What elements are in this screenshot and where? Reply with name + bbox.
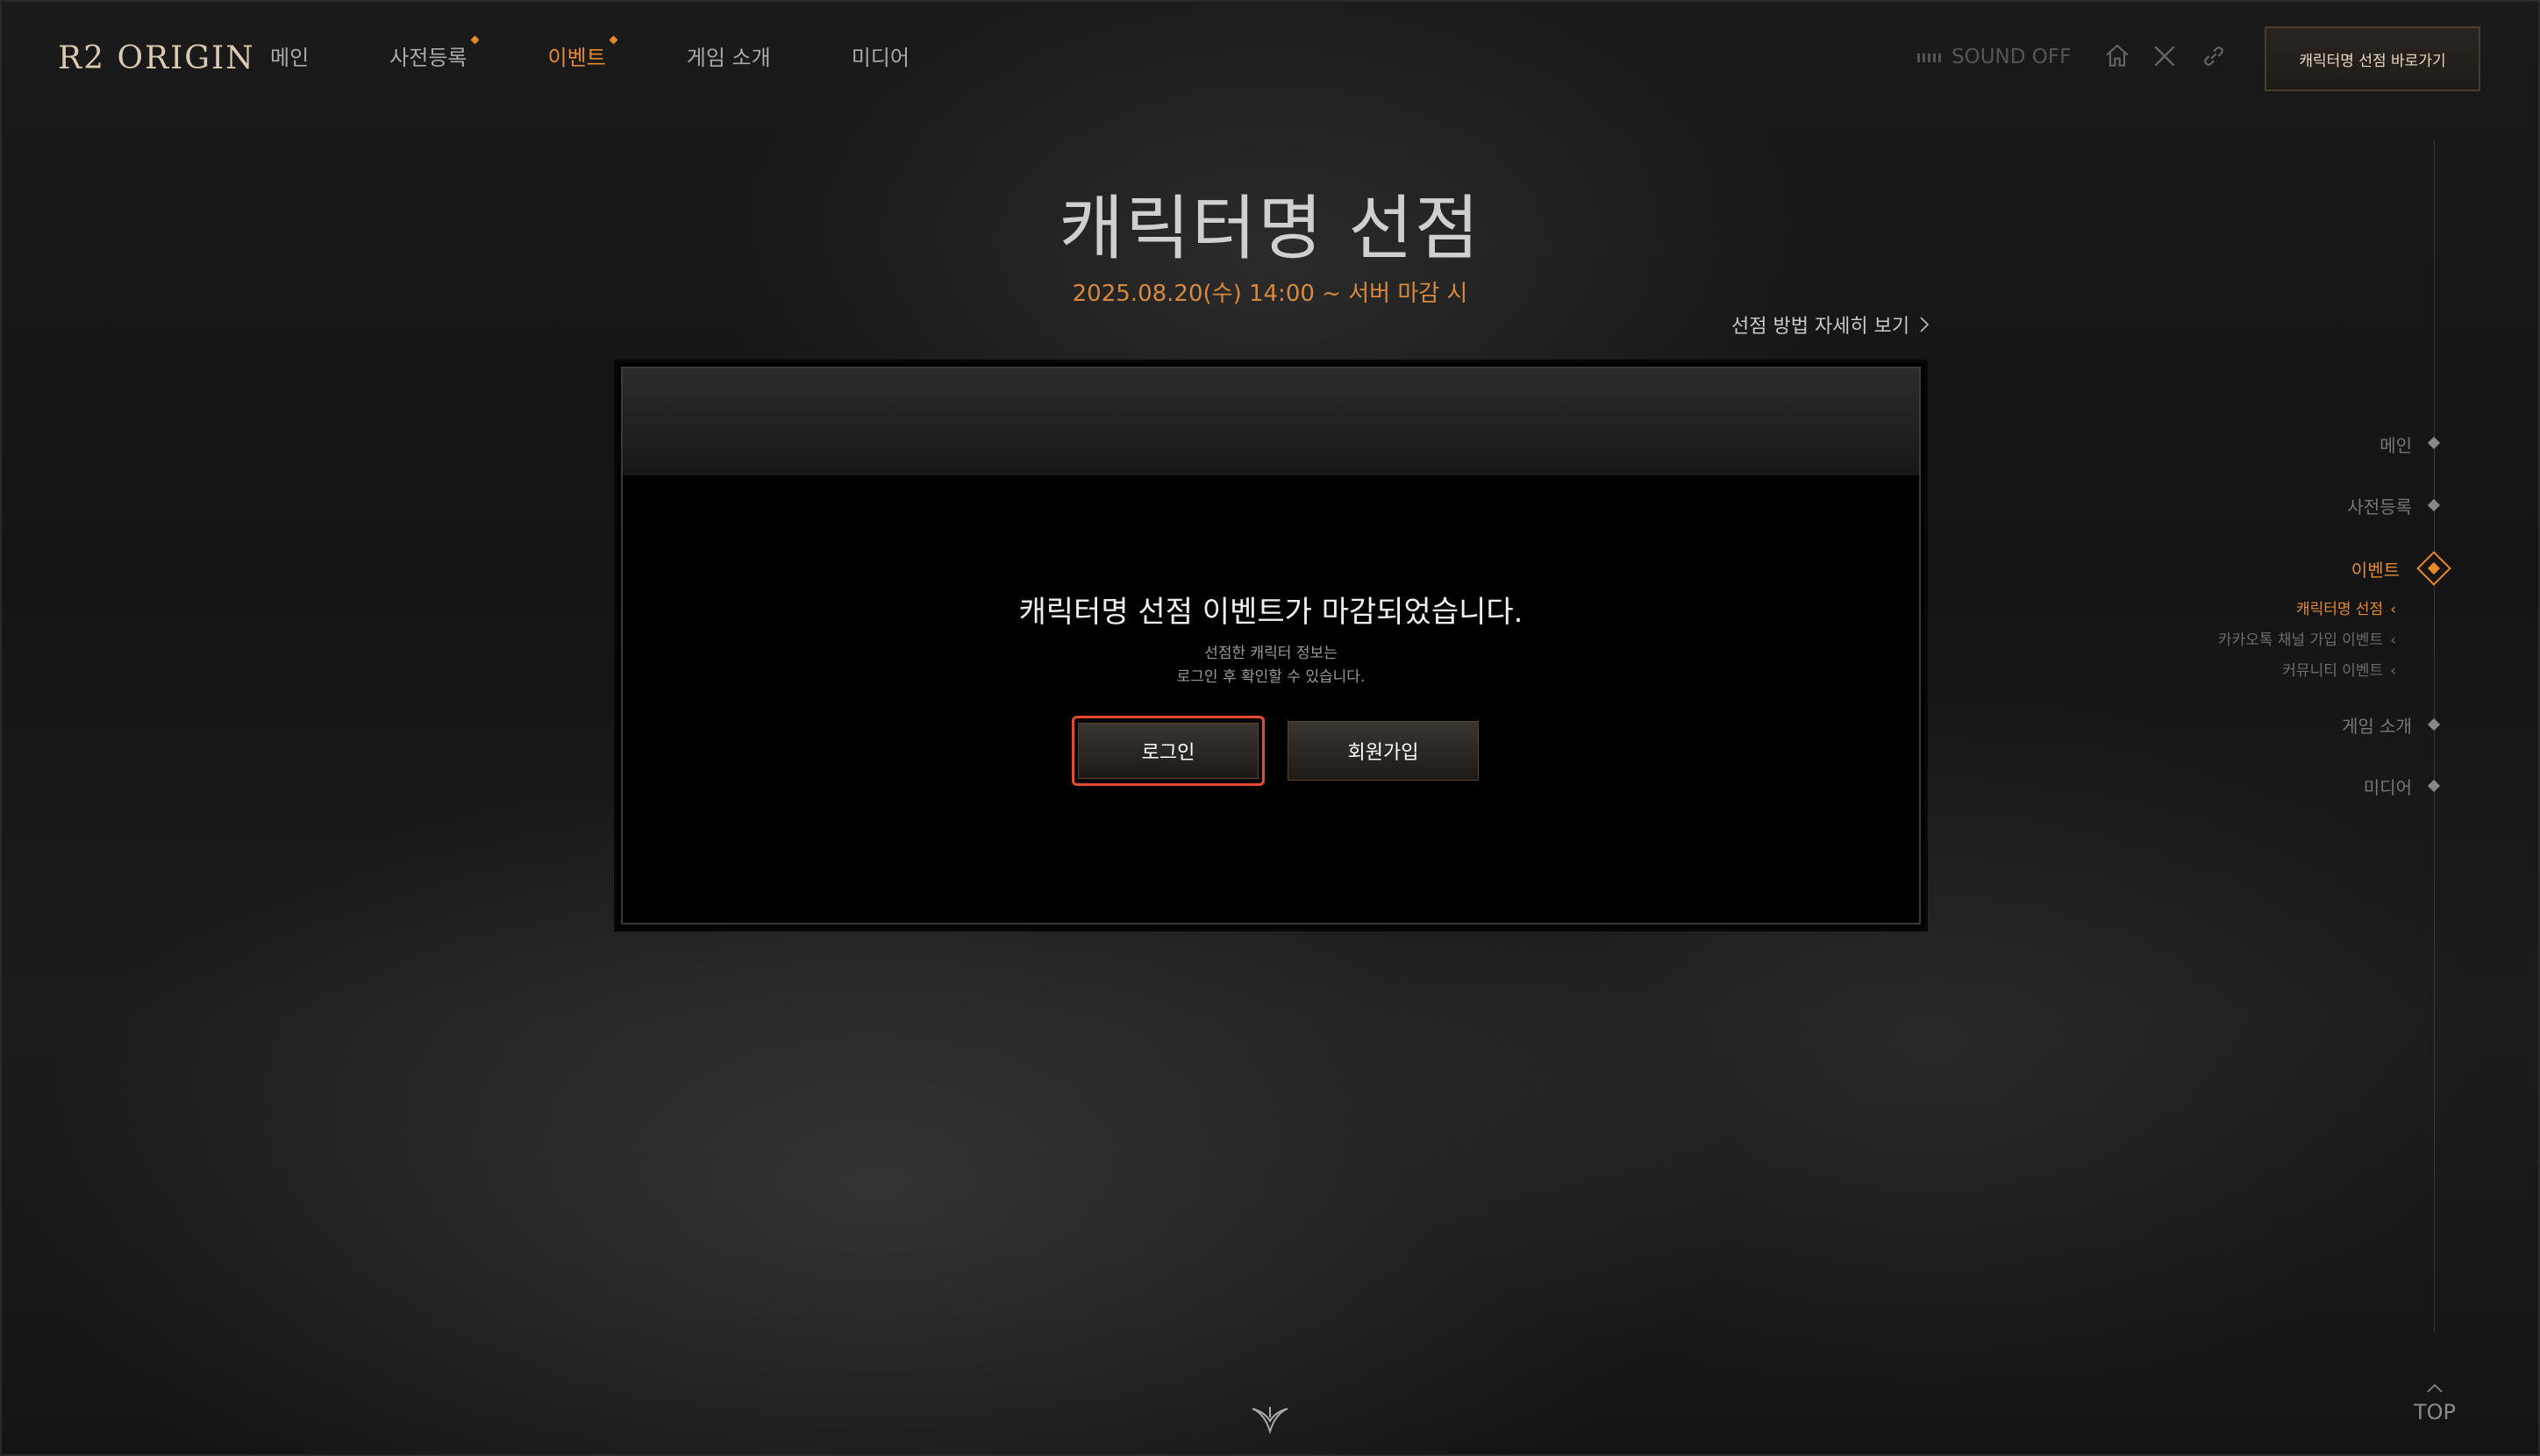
side-nav-sub-kakao-channel[interactable]: 카카오톡 채널 가입 이벤트 ‹: [2218, 627, 2396, 649]
guide-link[interactable]: 선점 방법 자세히 보기: [1731, 310, 1930, 339]
sound-bars-icon: [1917, 52, 1941, 62]
side-sub-label: 커뮤니티 이벤트: [2282, 662, 2384, 680]
panel-header-bar: [623, 368, 1919, 475]
link-icon[interactable]: [2200, 42, 2228, 70]
side-nav-item-event[interactable]: 이벤트: [2351, 556, 2400, 582]
side-nav-line: [2434, 140, 2435, 1333]
subtext-line: 선점한 캐릭터 정보는: [1204, 645, 1338, 662]
event-closed-message: 캐릭터명 선점 이벤트가 마감되었습니다.: [1018, 595, 1523, 630]
subtext-line: 로그인 후 확인할 수 있습니다.: [1176, 668, 1366, 686]
page-title: 캐릭터명 선점: [1059, 188, 1481, 269]
nav-item-event[interactable]: 이벤트: [547, 35, 618, 71]
side-nav-item-game-intro[interactable]: 게임 소개: [2342, 712, 2412, 738]
main-nav: 메인 사전등록 이벤트 게임 소개 미디어: [270, 35, 990, 71]
side-nav-item-preregister[interactable]: 사전등록: [2347, 493, 2412, 518]
r2-origin-logo[interactable]: R2 ORIGIN: [58, 32, 255, 84]
panel-inner: 캐릭터명 선점 이벤트가 마감되었습니다. 선점한 캐릭터 정보는 로그인 후 …: [621, 367, 1921, 924]
nav-label: 사전등록: [389, 46, 467, 70]
scroll-top-button[interactable]: TOP: [2410, 1375, 2459, 1424]
side-sub-label: 캐릭터명 선점: [2295, 601, 2384, 618]
event-period: 2025.08.20(수) 14:00 ~ 서버 마감 시: [1072, 281, 1468, 307]
nav-label: 게임 소개: [686, 46, 771, 70]
new-dot-icon: [470, 35, 479, 45]
arrow-left-icon: ‹: [2390, 632, 2396, 649]
home-icon[interactable]: [2103, 42, 2131, 70]
chevron-up-icon: [2427, 1383, 2443, 1393]
nav-label: 미디어: [851, 46, 910, 70]
side-nav-item-media[interactable]: 미디어: [2364, 774, 2412, 799]
nav-label: 이벤트: [547, 46, 606, 70]
chevron-right-icon: [1920, 317, 1930, 332]
shortcut-label: 캐릭터명 선점 바로가기: [2299, 52, 2446, 70]
side-nav-sub-community[interactable]: 커뮤니티 이벤트 ‹: [2282, 658, 2396, 680]
event-panel: 캐릭터명 선점 이벤트가 마감되었습니다. 선점한 캐릭터 정보는 로그인 후 …: [614, 360, 1928, 931]
x-twitter-icon[interactable]: [2151, 42, 2179, 70]
sound-label: SOUND OFF: [1951, 46, 2072, 68]
character-name-shortcut-button[interactable]: 캐릭터명 선점 바로가기: [2265, 26, 2480, 91]
login-button-face: 로그인: [1078, 723, 1259, 779]
nav-item-main[interactable]: 메인: [270, 40, 309, 71]
emblem-icon: [1252, 1407, 1288, 1435]
top-label: TOP: [2413, 1400, 2457, 1424]
login-button[interactable]: 로그인: [1072, 716, 1265, 786]
side-nav-diamond-icon: [2427, 779, 2441, 793]
guide-link-label: 선점 방법 자세히 보기: [1731, 316, 1910, 338]
sound-toggle[interactable]: SOUND OFF: [1917, 46, 2071, 68]
side-nav-label: 메인: [2379, 435, 2412, 456]
side-nav-diamond-icon: [2427, 436, 2441, 450]
arrow-left-icon: ‹: [2390, 662, 2396, 680]
side-nav-diamond-icon: [2427, 717, 2441, 732]
event-closed-subtext: 선점한 캐릭터 정보는 로그인 후 확인할 수 있습니다.: [623, 642, 1919, 689]
nav-item-game-intro[interactable]: 게임 소개: [687, 40, 771, 71]
nav-item-media[interactable]: 미디어: [852, 40, 910, 71]
top-header: R2 ORIGIN 메인 사전등록 이벤트 게임 소개 미디어 SOUND OF…: [0, 0, 2540, 116]
side-nav-diamond-icon: [2427, 498, 2441, 512]
side-nav-label: 이벤트: [2351, 560, 2400, 581]
side-nav-label: 미디어: [2363, 777, 2412, 798]
arrow-left-icon: ‹: [2390, 601, 2396, 618]
side-nav-active-diamond-icon: [2416, 551, 2451, 586]
side-nav-item-main[interactable]: 메인: [2379, 432, 2412, 457]
nav-label: 메인: [270, 46, 310, 70]
side-nav-label: 게임 소개: [2342, 716, 2412, 737]
signup-button[interactable]: 회원가입: [1288, 721, 1479, 781]
side-sub-label: 카카오톡 채널 가입 이벤트: [2217, 632, 2384, 649]
new-dot-icon: [609, 35, 618, 45]
login-label: 로그인: [1141, 742, 1195, 764]
signup-label: 회원가입: [1347, 742, 1419, 764]
side-nav-sub-character-name[interactable]: 캐릭터명 선점 ‹: [2296, 596, 2396, 618]
nav-item-preregister[interactable]: 사전등록: [389, 35, 479, 71]
logo-text: R2 ORIGIN: [58, 39, 255, 76]
side-nav-label: 사전등록: [2347, 496, 2412, 517]
